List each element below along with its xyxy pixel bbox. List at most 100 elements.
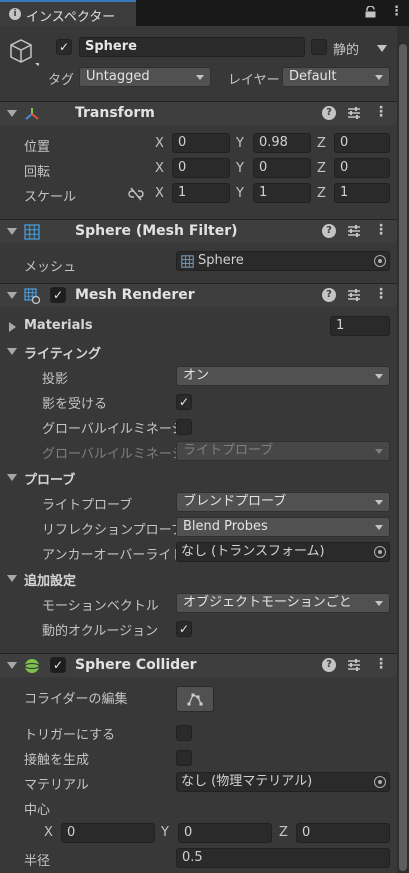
light-probes-dropdown[interactable]: ブレンドプローブ	[176, 492, 390, 512]
center-z-field[interactable]: 0	[296, 823, 390, 843]
lighting-label[interactable]: ライティング	[24, 343, 101, 362]
scale-y-label[interactable]: Y	[236, 186, 244, 201]
scale-z-label[interactable]: Z	[317, 186, 326, 201]
probes-label[interactable]: プローブ	[24, 469, 75, 488]
reflection-probes-dropdown[interactable]: Blend Probes	[176, 517, 390, 537]
object-picker-icon[interactable]	[374, 546, 386, 558]
position-z-field[interactable]: 0	[334, 133, 390, 153]
center-z-label[interactable]: Z	[279, 825, 288, 840]
tab-title: インスペクター	[26, 10, 116, 25]
global-illumination-mode-label: グローバルイルミネーシ	[42, 447, 185, 462]
more-icon[interactable]: ⋮	[374, 286, 388, 302]
position-y-label[interactable]: Y	[236, 136, 244, 151]
additional-settings-fold-arrow[interactable]	[7, 575, 17, 582]
object-name-field[interactable]: Sphere	[79, 37, 305, 57]
fold-arrow[interactable]	[7, 228, 17, 235]
help-icon[interactable]: ?	[322, 106, 336, 120]
center-y-field[interactable]: 0	[178, 823, 272, 843]
edit-collider-button[interactable]	[176, 686, 214, 712]
motion-vectors-label: モーションベクトル	[42, 599, 159, 614]
gameobject-cube-icon[interactable]	[7, 36, 39, 68]
is-trigger-checkbox[interactable]	[176, 725, 192, 741]
object-picker-icon[interactable]	[374, 255, 386, 267]
anchor-override-field[interactable]: なし (トランスフォーム)	[176, 542, 390, 562]
tab-inspector[interactable]: i インスペクター	[0, 0, 136, 26]
radius-field[interactable]: 0.5	[176, 848, 390, 868]
mesh-filter-grid-icon	[181, 255, 194, 268]
center-x-label[interactable]: X	[44, 825, 53, 840]
scale-z-field[interactable]: 1	[334, 183, 390, 203]
rotation-z-label[interactable]: Z	[317, 161, 326, 176]
static-checkbox[interactable]	[311, 39, 327, 55]
additional-settings-label[interactable]: 追加設定	[24, 570, 76, 589]
global-illumination-mode-dropdown: ライトプローブ	[176, 441, 390, 461]
mesh-object-field[interactable]: Sphere	[176, 251, 390, 271]
mesh-renderer-header[interactable]: ✓ Mesh Renderer ? ⋮	[0, 283, 397, 307]
more-icon[interactable]: ⋮	[374, 656, 388, 672]
mesh-renderer-icon	[24, 288, 40, 304]
mesh-renderer-enabled-checkbox[interactable]: ✓	[50, 287, 66, 303]
transform-header[interactable]: Transform ? ⋮	[0, 101, 397, 125]
scale-x-label[interactable]: X	[155, 186, 164, 201]
preset-icon[interactable]	[347, 657, 361, 673]
motion-vectors-dropdown[interactable]: オブジェクトモーションごと	[176, 593, 390, 613]
mesh-filter-header[interactable]: Sphere (Mesh Filter) ? ⋮	[0, 219, 397, 243]
component-title: Mesh Renderer	[75, 287, 195, 303]
position-x-label[interactable]: X	[155, 136, 164, 151]
static-label: 静的	[333, 43, 360, 58]
help-icon[interactable]: ?	[322, 658, 336, 672]
object-picker-icon[interactable]	[374, 776, 386, 788]
lock-icon[interactable]	[365, 6, 376, 18]
physics-material-field[interactable]: なし (物理マテリアル)	[176, 772, 390, 792]
anchor-override-value: なし (トランスフォーム)	[181, 544, 325, 559]
scale-x-field[interactable]: 1	[172, 183, 230, 203]
more-icon[interactable]: ⋮	[374, 222, 388, 238]
link-scale-icon[interactable]	[128, 187, 144, 201]
materials-fold-arrow[interactable]	[9, 322, 16, 332]
position-y-field[interactable]: 0.98	[253, 133, 311, 153]
rotation-y-field[interactable]: 0	[253, 158, 311, 178]
preset-icon[interactable]	[347, 223, 361, 239]
center-y-label[interactable]: Y	[161, 825, 169, 840]
provides-contacts-checkbox[interactable]	[176, 750, 192, 766]
layer-dropdown[interactable]: Default	[282, 67, 390, 87]
tag-dropdown[interactable]: Untagged	[79, 67, 211, 87]
preset-icon[interactable]	[347, 105, 361, 121]
scrollbar-thumb[interactable]	[399, 44, 407, 871]
center-label: 中心	[24, 803, 51, 818]
scale-y-field[interactable]: 1	[253, 183, 311, 203]
rotation-z-field[interactable]: 0	[334, 158, 390, 178]
more-icon[interactable]: ⋮	[374, 104, 388, 120]
sphere-collider-header[interactable]: ✓ Sphere Collider ? ⋮	[0, 653, 397, 677]
help-icon[interactable]: ?	[322, 288, 336, 302]
rotation-x-label[interactable]: X	[155, 161, 164, 176]
global-illumination-checkbox[interactable]	[176, 419, 192, 435]
tab-bar: i インスペクター ⋮	[0, 0, 409, 26]
anchor-override-label: アンカーオーバーライド	[42, 548, 185, 563]
sphere-collider-enabled-checkbox[interactable]: ✓	[50, 657, 66, 673]
center-x-field[interactable]: 0	[61, 823, 155, 843]
materials-label[interactable]: Materials	[24, 318, 93, 333]
static-dropdown-arrow[interactable]	[377, 45, 387, 52]
position-x-field[interactable]: 0	[172, 133, 230, 153]
menu-icon[interactable]: ⋮	[390, 4, 403, 19]
receive-shadows-checkbox[interactable]: ✓	[176, 394, 192, 410]
probes-fold-arrow[interactable]	[7, 474, 17, 481]
position-z-label[interactable]: Z	[317, 136, 326, 151]
rotation-y-label[interactable]: Y	[236, 161, 244, 176]
preset-icon[interactable]	[347, 287, 361, 303]
dynamic-occlusion-checkbox[interactable]: ✓	[176, 621, 192, 637]
is-trigger-label: トリガーにする	[24, 728, 116, 743]
rotation-x-field[interactable]: 0	[172, 158, 230, 178]
fold-arrow[interactable]	[7, 662, 17, 669]
fold-arrow[interactable]	[7, 292, 17, 299]
cast-shadows-dropdown[interactable]: オン	[176, 366, 390, 386]
help-icon[interactable]: ?	[322, 224, 336, 238]
fold-arrow[interactable]	[7, 110, 17, 117]
lighting-fold-arrow[interactable]	[7, 348, 17, 355]
scale-label: スケール	[24, 190, 77, 205]
active-checkbox[interactable]: ✓	[56, 39, 72, 55]
mesh-filter-grid-icon	[24, 224, 40, 240]
receive-shadows-label: 影を受ける	[42, 397, 108, 412]
materials-count-field[interactable]: 1	[330, 316, 390, 336]
